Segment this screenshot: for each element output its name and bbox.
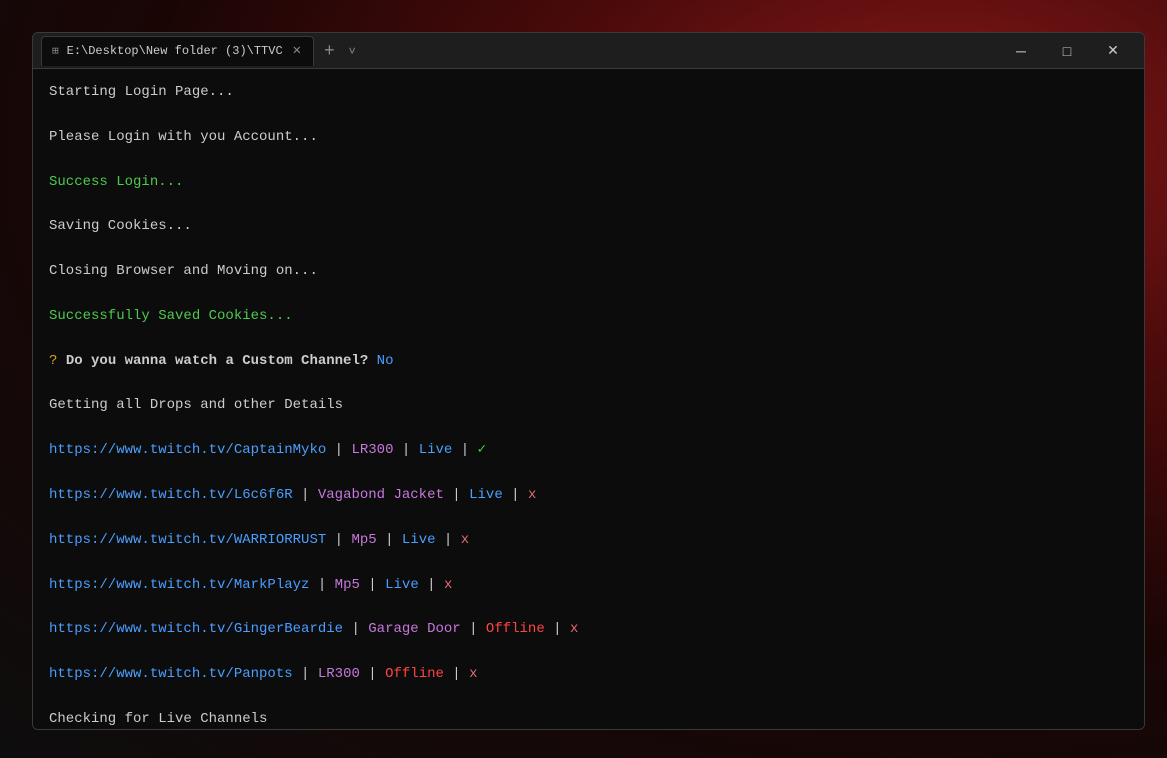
terminal-text-segment: | — [326, 442, 351, 458]
terminal-text-segment: | — [360, 666, 385, 682]
terminal-text-segment: | — [393, 442, 418, 458]
terminal-text-segment: ✓ — [478, 442, 486, 458]
terminal-text-segment: | — [360, 577, 385, 593]
terminal-text-segment: x — [528, 487, 536, 503]
close-button[interactable]: ✕ — [1090, 35, 1136, 67]
terminal-text-segment: x — [461, 532, 469, 548]
terminal-line: https://www.twitch.tv/MarkPlayz | Mp5 | … — [49, 574, 1128, 596]
terminal-line — [49, 462, 1128, 484]
terminal-text-segment: x — [469, 666, 477, 682]
terminal-text-segment: https://www.twitch.tv/CaptainMyko — [49, 442, 326, 458]
terminal-text-segment: Live — [402, 532, 436, 548]
terminal-text-segment: Success Login... — [49, 174, 183, 190]
terminal-line: https://www.twitch.tv/GingerBeardie | Ga… — [49, 618, 1128, 640]
terminal-text-segment: Live — [469, 487, 503, 503]
terminal-text-segment: | — [503, 487, 528, 503]
terminal-output: Starting Login Page... Please Login with… — [33, 69, 1144, 729]
terminal-line: Getting all Drops and other Details — [49, 394, 1128, 416]
terminal-text-segment: Mp5 — [351, 532, 376, 548]
terminal-text-segment: | — [377, 532, 402, 548]
terminal-line — [49, 283, 1128, 305]
terminal-line — [49, 327, 1128, 349]
terminal-line — [49, 641, 1128, 663]
terminal-line — [49, 193, 1128, 215]
terminal-text-segment: https://www.twitch.tv/GingerBeardie — [49, 621, 343, 637]
terminal-text-segment: Mp5 — [335, 577, 360, 593]
terminal-text-segment: LR300 — [318, 666, 360, 682]
terminal-text-segment: x — [444, 577, 452, 593]
terminal-text-segment: | — [436, 532, 461, 548]
terminal-text-segment: No — [377, 353, 394, 369]
terminal-window: ⊞ E:\Desktop\New folder (3)\TTVC ✕ + ˅ ─… — [32, 32, 1145, 730]
titlebar: ⊞ E:\Desktop\New folder (3)\TTVC ✕ + ˅ ─… — [33, 33, 1144, 69]
terminal-line — [49, 103, 1128, 125]
terminal-line — [49, 551, 1128, 573]
terminal-line: https://www.twitch.tv/WARRIORRUST | Mp5 … — [49, 529, 1128, 551]
terminal-text-segment: Offline — [486, 621, 545, 637]
terminal-line: Closing Browser and Moving on... — [49, 260, 1128, 282]
tab-dropdown-button[interactable]: ˅ — [345, 42, 360, 60]
terminal-text-segment: | — [444, 487, 469, 503]
terminal-text-segment: ? — [49, 353, 66, 369]
terminal-text-segment: | — [444, 666, 469, 682]
terminal-text-segment: Offline — [385, 666, 444, 682]
terminal-text-segment: Starting Login Page... — [49, 84, 234, 100]
terminal-text-segment: https://www.twitch.tv/L6c6f6R — [49, 487, 293, 503]
terminal-text-segment: Closing Browser and Moving on... — [49, 263, 318, 279]
terminal-line: Saving Cookies... — [49, 215, 1128, 237]
terminal-text-segment: x — [570, 621, 578, 637]
terminal-icon: ⊞ — [52, 44, 59, 58]
terminal-text-segment: https://www.twitch.tv/MarkPlayz — [49, 577, 309, 593]
terminal-text-segment: | — [326, 532, 351, 548]
terminal-text-segment: | — [293, 666, 318, 682]
terminal-text-segment: Saving Cookies... — [49, 218, 192, 234]
terminal-line: https://www.twitch.tv/L6c6f6R | Vagabond… — [49, 484, 1128, 506]
terminal-line: Success Login... — [49, 171, 1128, 193]
terminal-text-segment: Getting all Drops and other Details — [49, 397, 343, 413]
terminal-text-segment: | — [419, 577, 444, 593]
terminal-line — [49, 596, 1128, 618]
terminal-text-segment: | — [461, 621, 486, 637]
terminal-text-segment: | — [343, 621, 368, 637]
terminal-text-segment: Live — [419, 442, 453, 458]
terminal-text-segment: Successfully Saved Cookies... — [49, 308, 293, 324]
tab-title: E:\Desktop\New folder (3)\TTVC — [67, 44, 283, 58]
terminal-line — [49, 372, 1128, 394]
terminal-text-segment: https://www.twitch.tv/Panpots — [49, 666, 293, 682]
terminal-line: Starting Login Page... — [49, 81, 1128, 103]
terminal-line — [49, 506, 1128, 528]
terminal-line — [49, 238, 1128, 260]
terminal-line: https://www.twitch.tv/Panpots | LR300 | … — [49, 663, 1128, 685]
terminal-text-segment: | — [309, 577, 334, 593]
terminal-text-segment: | — [452, 442, 477, 458]
terminal-text-segment: https://www.twitch.tv/WARRIORRUST — [49, 532, 326, 548]
terminal-text-segment: Live — [385, 577, 419, 593]
terminal-text-segment: | — [293, 487, 318, 503]
terminal-text-segment: Garage Door — [368, 621, 460, 637]
maximize-button[interactable]: □ — [1044, 35, 1090, 67]
active-tab[interactable]: ⊞ E:\Desktop\New folder (3)\TTVC ✕ — [41, 36, 314, 66]
terminal-line: ? Do you wanna watch a Custom Channel? N… — [49, 350, 1128, 372]
window-controls: ─ □ ✕ — [998, 35, 1136, 67]
terminal-text-segment: | — [545, 621, 570, 637]
terminal-line — [49, 148, 1128, 170]
terminal-text-segment: Please Login with you Account... — [49, 129, 318, 145]
terminal-text-segment: Do you wanna watch a Custom Channel? — [66, 353, 377, 369]
terminal-line: Successfully Saved Cookies... — [49, 305, 1128, 327]
terminal-line: Checking for Live Channels — [49, 708, 1128, 729]
tab-close-button[interactable]: ✕ — [291, 44, 303, 58]
terminal-line: Please Login with you Account... — [49, 126, 1128, 148]
terminal-line: https://www.twitch.tv/CaptainMyko | LR30… — [49, 439, 1128, 461]
terminal-text-segment: LR300 — [351, 442, 393, 458]
terminal-line — [49, 417, 1128, 439]
terminal-text-segment: Checking for Live Channels — [49, 711, 267, 727]
minimize-button[interactable]: ─ — [998, 35, 1044, 67]
terminal-text-segment: Vagabond Jacket — [318, 487, 444, 503]
terminal-line — [49, 686, 1128, 708]
new-tab-button[interactable]: + — [318, 38, 341, 63]
